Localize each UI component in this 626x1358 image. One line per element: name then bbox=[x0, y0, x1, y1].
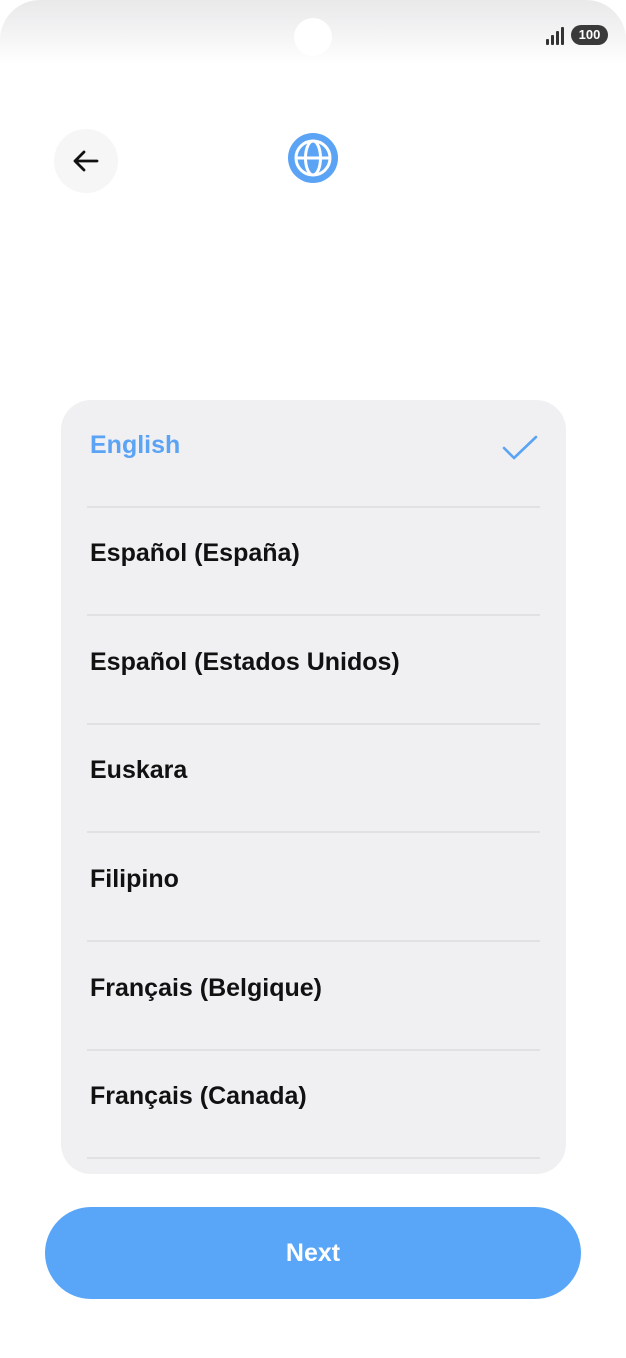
language-label: Español (España) bbox=[90, 539, 300, 567]
checkmark-icon bbox=[502, 435, 538, 460]
language-item-espanol-espana[interactable]: Español (España) bbox=[87, 508, 540, 616]
signal-bars-icon bbox=[546, 27, 564, 45]
language-item-filipino[interactable]: Filipino bbox=[87, 834, 540, 942]
language-label: Filipino bbox=[90, 865, 179, 893]
language-item-francais-belgique[interactable]: Français (Belgique) bbox=[87, 943, 540, 1051]
language-item-euskara[interactable]: Euskara bbox=[87, 725, 540, 833]
language-list: English Español (España) Español (Estado… bbox=[61, 400, 566, 1174]
language-label: English bbox=[90, 431, 181, 459]
language-item-espanol-estados-unidos[interactable]: Español (Estados Unidos) bbox=[87, 617, 540, 725]
globe-icon bbox=[288, 133, 338, 183]
camera-cutout bbox=[294, 18, 332, 56]
language-item-english[interactable]: English bbox=[87, 400, 540, 508]
arrow-left-icon bbox=[73, 150, 99, 172]
battery-indicator: 100 bbox=[571, 25, 608, 45]
language-label: Français (Belgique) bbox=[90, 974, 322, 1002]
language-label: Français (Canada) bbox=[90, 1082, 307, 1110]
language-label: Español (Estados Unidos) bbox=[90, 648, 400, 676]
back-button[interactable] bbox=[54, 129, 118, 193]
language-item-francais-canada[interactable]: Français (Canada) bbox=[87, 1051, 540, 1159]
status-bar: 100 bbox=[0, 0, 626, 64]
next-button[interactable]: Next bbox=[45, 1207, 581, 1299]
language-label: Euskara bbox=[90, 756, 188, 784]
